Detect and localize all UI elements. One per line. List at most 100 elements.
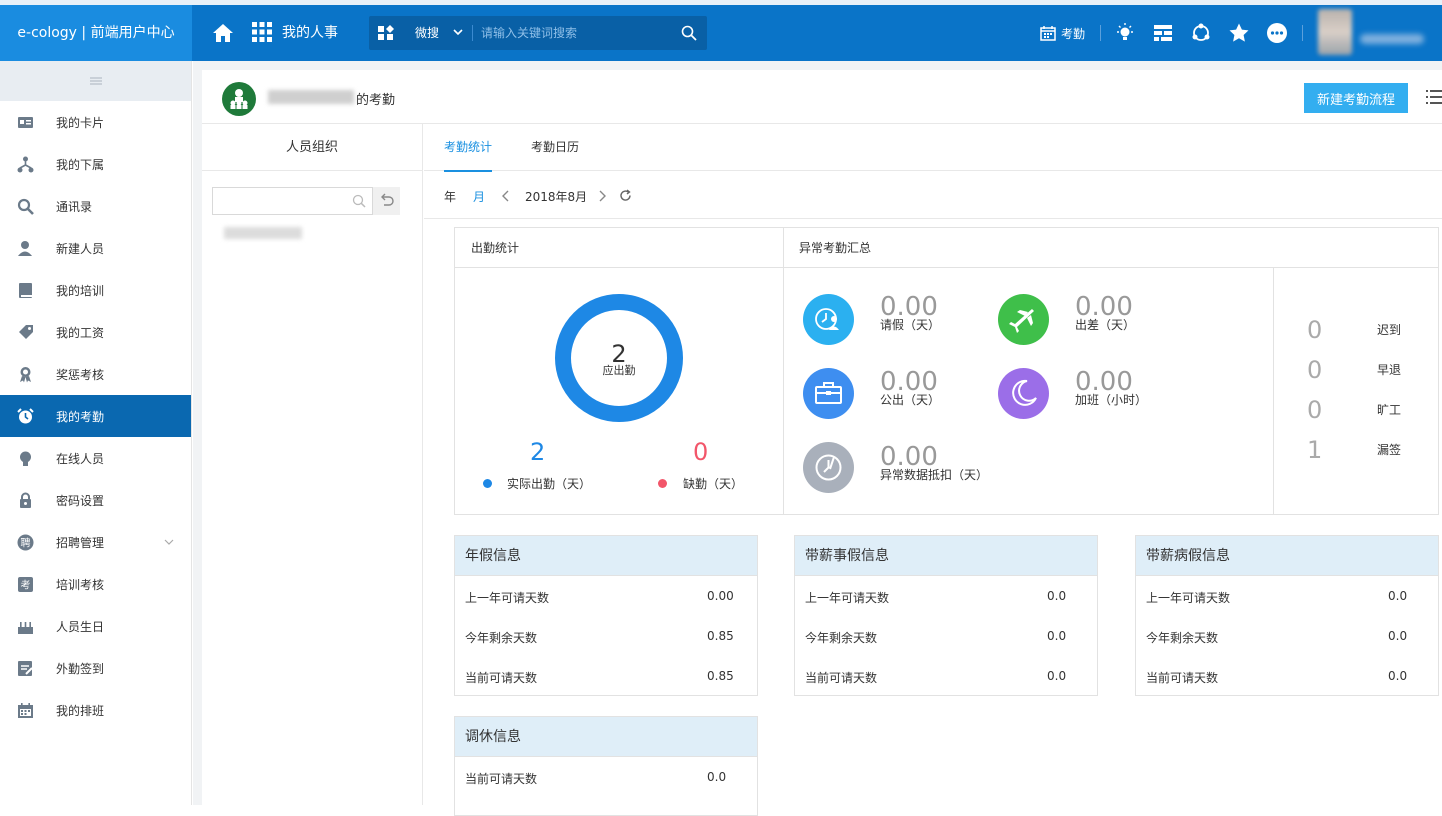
more-icon[interactable] xyxy=(1266,22,1288,44)
sidebar-item[interactable]: 在线人员 xyxy=(0,437,191,479)
row-label: 当前可请天数 xyxy=(465,671,538,685)
card-row: 今年剩余天数 0.0 xyxy=(1136,616,1438,656)
search-input[interactable] xyxy=(481,23,671,43)
search-scope-icon[interactable] xyxy=(377,24,395,42)
sidebar-item[interactable]: 我的卡片 xyxy=(0,101,191,143)
card-title: 调休信息 xyxy=(455,717,757,757)
absent-value: 0 xyxy=(693,438,709,466)
sidebar-item[interactable]: 我的培训 xyxy=(0,269,191,311)
sidebar-item-label: 我的卡片 xyxy=(56,115,105,130)
list-icon[interactable] xyxy=(1426,88,1442,106)
card-title: 带薪事假信息 xyxy=(795,536,1097,576)
reset-button[interactable] xyxy=(372,187,400,215)
moon-icon xyxy=(998,368,1049,419)
row-label: 上一年可请天数 xyxy=(465,591,550,605)
absenteeism-label[interactable]: 旷工 xyxy=(1377,401,1401,418)
plane-icon xyxy=(998,294,1049,345)
sidebar-item[interactable]: 密码设置 xyxy=(0,479,191,521)
sidebar-item[interactable]: 我的下属 xyxy=(0,143,191,185)
divider xyxy=(783,228,784,514)
row-label: 当前可请天数 xyxy=(1146,671,1219,685)
missed-sign-label[interactable]: 漏签 xyxy=(1377,441,1401,458)
dashboard-icon[interactable] xyxy=(1152,22,1174,44)
search-divider xyxy=(472,25,473,41)
sidebar-item[interactable]: 奖惩考核 xyxy=(0,353,191,395)
sidebar-item[interactable]: 通讯录 xyxy=(0,185,191,227)
month-toggle[interactable]: 月 xyxy=(473,188,485,205)
sidebar-item[interactable]: 考 培训考核 xyxy=(0,563,191,605)
user-group-icon xyxy=(222,82,256,116)
actual-attend-value: 2 xyxy=(530,438,546,466)
sidebar-item[interactable]: 人员生日 xyxy=(0,605,191,647)
org-tree-icon xyxy=(17,156,34,173)
row-value: 0.0 xyxy=(1388,629,1408,643)
apps-grid-icon[interactable] xyxy=(252,22,272,42)
sidebar-item-label: 人员生日 xyxy=(56,619,105,634)
global-search: 微搜 xyxy=(369,16,707,50)
tab-statistics[interactable]: 考勤统计 xyxy=(444,124,493,172)
sidebar-item-label: 通讯录 xyxy=(56,199,93,214)
legend-dot-absent xyxy=(658,479,667,488)
early-leave-label[interactable]: 早退 xyxy=(1377,361,1401,378)
attendance-shortcut[interactable]: 考勤 xyxy=(1040,5,1085,61)
user-name-blurred[interactable] xyxy=(1360,34,1424,44)
row-label: 当前可请天数 xyxy=(465,772,538,786)
card-row: 今年剩余天数 0.85 xyxy=(455,616,757,656)
sidebar-item-label: 外勤签到 xyxy=(56,661,105,676)
early-leave-count: 0 xyxy=(1307,356,1323,384)
chevron-down-icon[interactable] xyxy=(453,27,463,37)
search-scope-select[interactable]: 微搜 xyxy=(415,16,439,50)
chevron-left-icon[interactable] xyxy=(502,190,510,202)
card-row: 当前可请天数 0.85 xyxy=(455,656,757,696)
star-icon[interactable] xyxy=(1228,22,1250,44)
current-period: 2018年8月 xyxy=(525,190,588,204)
sidebar-item[interactable]: 聘 招聘管理 xyxy=(0,521,191,563)
search-icon xyxy=(17,198,34,215)
bulb-icon[interactable] xyxy=(1114,22,1136,44)
tab-calendar[interactable]: 考勤日历 xyxy=(531,124,579,171)
org-column: 人员组织 xyxy=(202,124,423,805)
sidebar-item[interactable]: 我的工资 xyxy=(0,311,191,353)
org-search xyxy=(212,187,400,215)
sidebar-item-label: 招聘管理 xyxy=(56,535,105,550)
attendance-header: 出勤统计 xyxy=(455,228,783,268)
leave-label: 请假（天） xyxy=(880,318,941,332)
chevron-right-icon[interactable] xyxy=(598,190,606,202)
main-area: 的考勤 新建考勤流程 人员组织 考勤统计 考勤日历 年 月 2018年8月 出勤… xyxy=(193,61,1442,816)
new-attendance-flow-button[interactable]: 新建考勤流程 xyxy=(1304,83,1408,113)
sidebar-item[interactable]: 新建人员 xyxy=(0,227,191,269)
sidebar-item[interactable]: 我的考勤 xyxy=(0,395,191,437)
row-value: 0.0 xyxy=(1047,669,1067,683)
avatar[interactable] xyxy=(1318,9,1352,55)
missed-sign-count: 1 xyxy=(1307,436,1323,464)
late-label[interactable]: 迟到 xyxy=(1377,321,1401,338)
sidebar: 我的卡片我的下属通讯录新建人员我的培训我的工资奖惩考核 我的考勤 在线人员 密码设置聘… xyxy=(0,61,192,805)
page-title: 的考勤 xyxy=(356,93,396,108)
sidebar-item[interactable]: 我的排班 xyxy=(0,689,191,731)
absent-label: 缺勤（天） xyxy=(683,477,744,491)
sidebar-collapse-toggle[interactable] xyxy=(0,61,191,101)
sidebar-item-label: 我的工资 xyxy=(56,325,105,340)
sidebar-item[interactable]: 外勤签到 xyxy=(0,647,191,689)
svg-text:考: 考 xyxy=(21,580,31,592)
undo-icon xyxy=(381,193,394,206)
user-name-blurred xyxy=(268,90,354,104)
home-icon[interactable] xyxy=(212,23,234,43)
sidebar-item-label: 我的培训 xyxy=(56,283,105,298)
search-icon[interactable] xyxy=(681,25,697,41)
sidebar-item-label: 培训考核 xyxy=(56,577,105,592)
refresh-icon[interactable] xyxy=(619,189,632,202)
alarm-icon xyxy=(17,408,34,424)
id-card-icon xyxy=(18,117,33,128)
org-tree-node-blurred[interactable] xyxy=(224,227,302,239)
tag-icon xyxy=(19,325,33,339)
chevron-down-icon[interactable] xyxy=(164,537,174,547)
sync-icon[interactable] xyxy=(1190,22,1212,44)
search-icon[interactable] xyxy=(352,194,366,208)
year-toggle[interactable]: 年 xyxy=(444,188,456,205)
lock-icon xyxy=(20,492,31,508)
module-title[interactable]: 我的人事 xyxy=(282,5,338,61)
should-attend-label: 应出勤 xyxy=(602,364,636,377)
brand-logo[interactable]: e-cology | 前端用户中心 xyxy=(0,5,192,61)
org-search-input[interactable] xyxy=(217,192,347,210)
